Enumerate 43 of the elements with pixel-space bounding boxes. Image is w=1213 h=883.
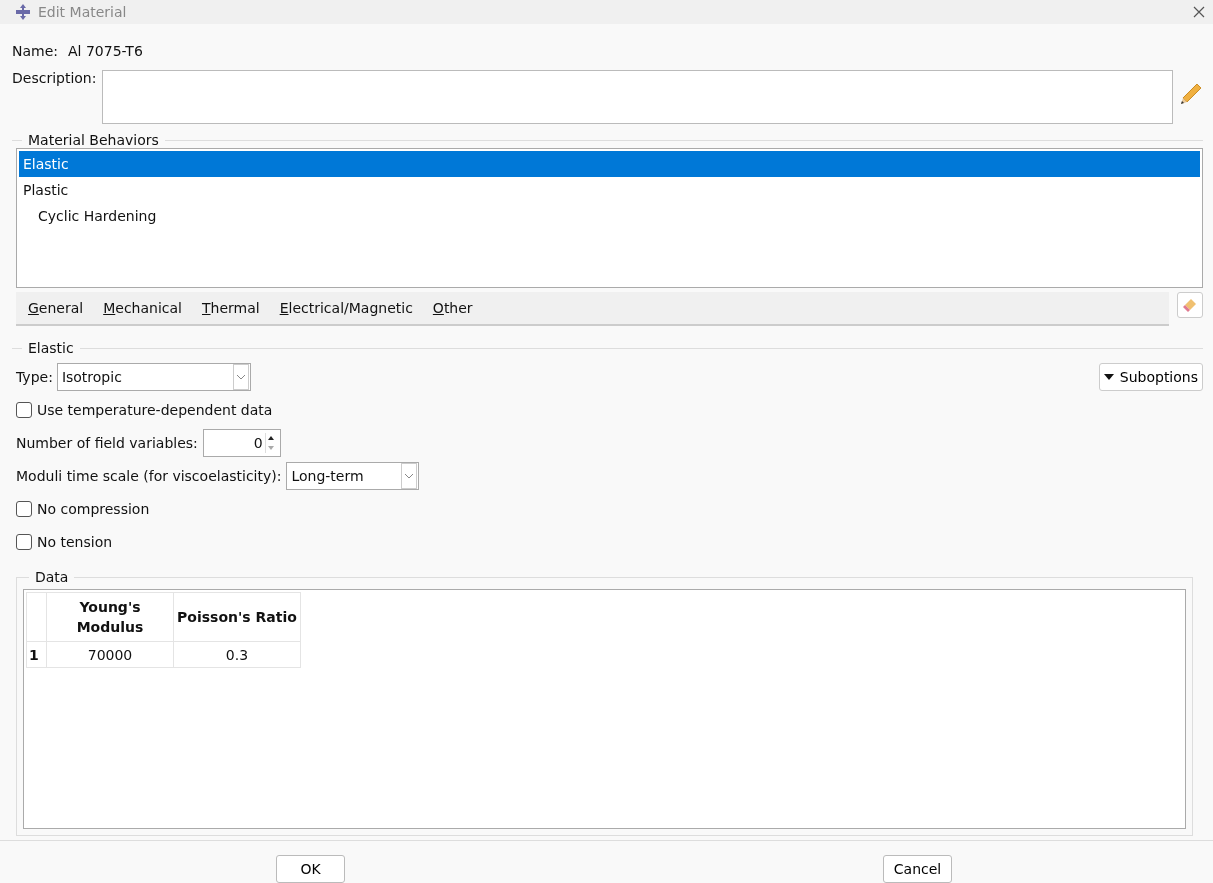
number-spinner[interactable]: 0: [202, 428, 281, 457]
behavior-item[interactable]: Cyclic Hardening: [19, 203, 1200, 229]
field-label: Number of field variables:: [16, 434, 198, 451]
triangle-down-icon: [1103, 373, 1114, 381]
name-label: Name:: [12, 43, 59, 59]
menu-item[interactable]: Mechanical: [103, 300, 182, 316]
behavior-item[interactable]: Plastic: [19, 177, 1200, 203]
field-label: Moduli time scale (for viscoelasticity):: [16, 467, 282, 484]
checkbox[interactable]: [16, 500, 32, 517]
description-field[interactable]: [102, 70, 1174, 124]
suboptions-button[interactable]: Suboptions: [1098, 363, 1203, 391]
eraser-icon: [1182, 297, 1198, 313]
pencil-icon[interactable]: [1179, 82, 1203, 106]
close-icon[interactable]: [1193, 6, 1205, 18]
row-number: 1: [26, 641, 47, 668]
table-cell[interactable]: 0.3: [173, 641, 301, 668]
menu-item[interactable]: Other: [432, 300, 473, 316]
column-header: Poisson's Ratio: [173, 592, 301, 642]
group-title: Material Behaviors: [27, 132, 160, 148]
description-label: Description:: [12, 70, 97, 86]
menu-item[interactable]: General: [28, 300, 84, 316]
type-dropdown[interactable]: Isotropic: [56, 363, 251, 391]
window-title: Edit Material: [38, 4, 127, 20]
menu-item[interactable]: Electrical/Magnetic: [279, 300, 413, 316]
checkbox[interactable]: [16, 401, 32, 418]
table-cell[interactable]: 70000: [46, 641, 174, 668]
app-icon: [14, 3, 32, 21]
name-value: Al 7075-T6: [68, 43, 143, 59]
group-title: Elastic: [27, 340, 75, 356]
chevron-down-icon: [235, 373, 246, 381]
menu-item[interactable]: Thermal: [202, 300, 260, 316]
group-title: Data: [34, 569, 70, 585]
behavior-item[interactable]: Elastic: [19, 151, 1200, 177]
checkbox-label: Use temperature-dependent data: [37, 401, 273, 418]
checkbox-label: No tension: [37, 533, 113, 550]
cancel-button[interactable]: Cancel: [883, 855, 952, 883]
time-scale-dropdown[interactable]: Long-term: [286, 461, 420, 490]
chevron-down-icon: [404, 471, 415, 480]
checkbox[interactable]: [16, 533, 32, 550]
type-label: Type:: [16, 369, 53, 385]
checkbox-label: No compression: [37, 500, 150, 517]
ok-button[interactable]: OK: [276, 855, 345, 883]
column-header: Young's Modulus: [46, 592, 174, 642]
